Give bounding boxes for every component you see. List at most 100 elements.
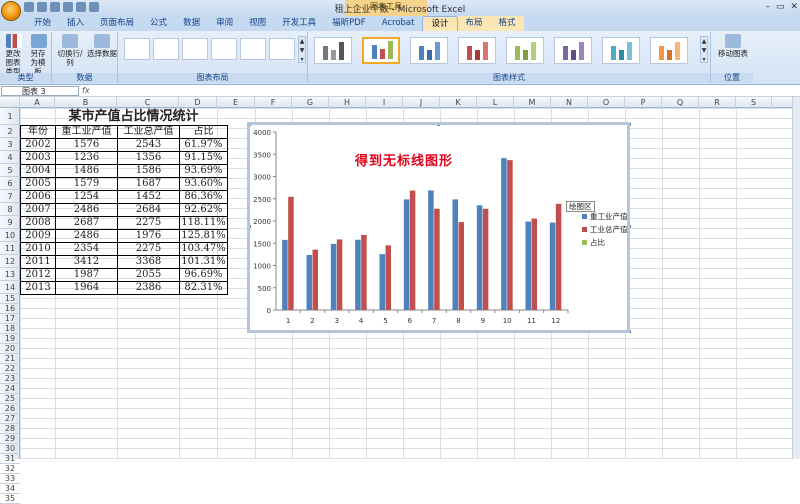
select-data-button[interactable]: 选择数据 [87, 34, 117, 58]
table-cell[interactable]: 2275 [117, 216, 180, 230]
save-as-template-button[interactable]: 另存为模板 [27, 34, 51, 76]
chart-style-7[interactable] [602, 37, 640, 64]
column-header[interactable]: C [117, 97, 179, 108]
table-cell[interactable]: 2003 [20, 151, 56, 165]
chart-style-3[interactable] [410, 37, 448, 64]
legend-item-total-industry[interactable]: 工业总产值 [582, 224, 628, 235]
table-cell[interactable]: 2009 [20, 229, 56, 243]
row-header[interactable]: 30 [0, 444, 20, 454]
office-button[interactable] [1, 1, 21, 21]
column-header[interactable]: B [55, 97, 117, 108]
row-header[interactable]: 23 [0, 374, 20, 384]
table-cell[interactable]: 91.15% [179, 151, 228, 165]
table-header-cell[interactable]: 年份 [20, 125, 56, 139]
tab-design[interactable]: 设计 [422, 16, 457, 31]
redo-icon[interactable] [50, 2, 60, 12]
chart-layout-1[interactable] [124, 38, 150, 60]
table-cell[interactable]: 2004 [20, 164, 56, 178]
move-chart-button[interactable]: 移动图表 [715, 34, 751, 58]
table-cell[interactable]: 1236 [55, 151, 118, 165]
table-cell[interactable]: 2012 [20, 268, 56, 282]
print-preview-icon[interactable] [76, 2, 86, 12]
table-cell[interactable]: 2002 [20, 138, 56, 152]
table-header-cell[interactable]: 工业总产值 [117, 125, 180, 139]
table-cell[interactable]: 96.69% [179, 268, 228, 282]
table-cell[interactable]: 2006 [20, 190, 56, 204]
table-cell[interactable]: 1987 [55, 268, 118, 282]
table-cell[interactable]: 93.60% [179, 177, 228, 191]
row-header[interactable]: 15 [0, 294, 20, 304]
row-header[interactable]: 10 [0, 229, 20, 242]
tab-home[interactable]: 开始 [26, 16, 59, 31]
tab-chart-layout[interactable]: 布局 [458, 16, 491, 31]
chart-style-5[interactable] [506, 37, 544, 64]
table-cell[interactable]: 2687 [55, 216, 118, 230]
column-header[interactable]: F [255, 97, 292, 108]
row-header[interactable]: 27 [0, 414, 20, 424]
chart-styles-more-button[interactable]: ▲▼▾ [700, 36, 708, 63]
zoom-icon[interactable] [89, 2, 99, 12]
row-header[interactable]: 16 [0, 304, 20, 314]
table-cell[interactable]: 1687 [117, 177, 180, 191]
column-header[interactable]: O [588, 97, 625, 108]
legend-item-ratio[interactable]: 占比 [582, 237, 605, 248]
column-header[interactable]: L [477, 97, 514, 108]
table-cell[interactable]: 1486 [55, 164, 118, 178]
column-header[interactable]: A [20, 97, 55, 108]
chart-layout-3[interactable] [182, 38, 208, 60]
column-header[interactable]: R [699, 97, 736, 108]
row-header[interactable]: 17 [0, 314, 20, 324]
row-header[interactable]: 1 [0, 108, 20, 125]
table-header-cell[interactable]: 占比 [179, 125, 228, 139]
table-cell[interactable]: 2386 [117, 281, 180, 295]
table-cell[interactable]: 1579 [55, 177, 118, 191]
row-header[interactable]: 33 [0, 474, 20, 484]
table-cell[interactable]: 61.97% [179, 138, 228, 152]
tab-acrobat[interactable]: Acrobat [374, 16, 423, 31]
chart-layout-5[interactable] [240, 38, 266, 60]
column-header[interactable]: J [403, 97, 440, 108]
table-cell[interactable]: 2055 [117, 268, 180, 282]
print-icon[interactable] [63, 2, 73, 12]
row-header[interactable]: 26 [0, 404, 20, 414]
table-cell[interactable]: 86.36% [179, 190, 228, 204]
chart-layout-2[interactable] [153, 38, 179, 60]
chart-title[interactable]: 得到无标线图形 [355, 150, 453, 169]
tab-page-layout[interactable]: 页面布局 [92, 16, 142, 31]
row-header[interactable]: 18 [0, 324, 20, 334]
table-cell[interactable]: 1976 [117, 229, 180, 243]
row-header[interactable]: 22 [0, 364, 20, 374]
table-cell[interactable]: 1356 [117, 151, 180, 165]
table-cell[interactable]: 2007 [20, 203, 56, 217]
row-header[interactable]: 25 [0, 394, 20, 404]
tab-data[interactable]: 数据 [175, 16, 208, 31]
table-cell[interactable]: 2013 [20, 281, 56, 295]
minimize-button[interactable]: – [765, 2, 770, 12]
table-cell[interactable]: 2486 [55, 229, 118, 243]
maximize-button[interactable]: ▭ [776, 2, 785, 12]
save-icon[interactable] [24, 2, 34, 12]
function-icon[interactable]: fx [82, 86, 90, 95]
name-box[interactable]: 图表 3 [1, 86, 79, 96]
tab-insert[interactable]: 插入 [59, 16, 92, 31]
row-header[interactable]: 2 [0, 125, 20, 138]
table-cell[interactable]: 2011 [20, 255, 56, 269]
legend-item-heavy-industry[interactable]: 重工业产值 [582, 211, 628, 222]
select-all-corner[interactable] [0, 97, 20, 108]
table-cell[interactable]: 118.11% [179, 216, 228, 230]
table-cell[interactable]: 2010 [20, 242, 56, 256]
chart-style-6[interactable] [554, 37, 592, 64]
row-header[interactable]: 3 [0, 138, 20, 151]
table-cell[interactable]: 2543 [117, 138, 180, 152]
row-header[interactable]: 9 [0, 216, 20, 229]
column-header[interactable]: K [440, 97, 477, 108]
chart-style-8[interactable] [650, 37, 688, 64]
tab-formulas[interactable]: 公式 [142, 16, 175, 31]
tab-developer[interactable]: 开发工具 [274, 16, 324, 31]
column-header[interactable]: I [366, 97, 403, 108]
table-cell[interactable]: 2005 [20, 177, 56, 191]
column-header[interactable]: D [179, 97, 217, 108]
table-cell[interactable]: 3368 [117, 255, 180, 269]
row-header[interactable]: 11 [0, 242, 20, 255]
tab-view[interactable]: 视图 [241, 16, 274, 31]
